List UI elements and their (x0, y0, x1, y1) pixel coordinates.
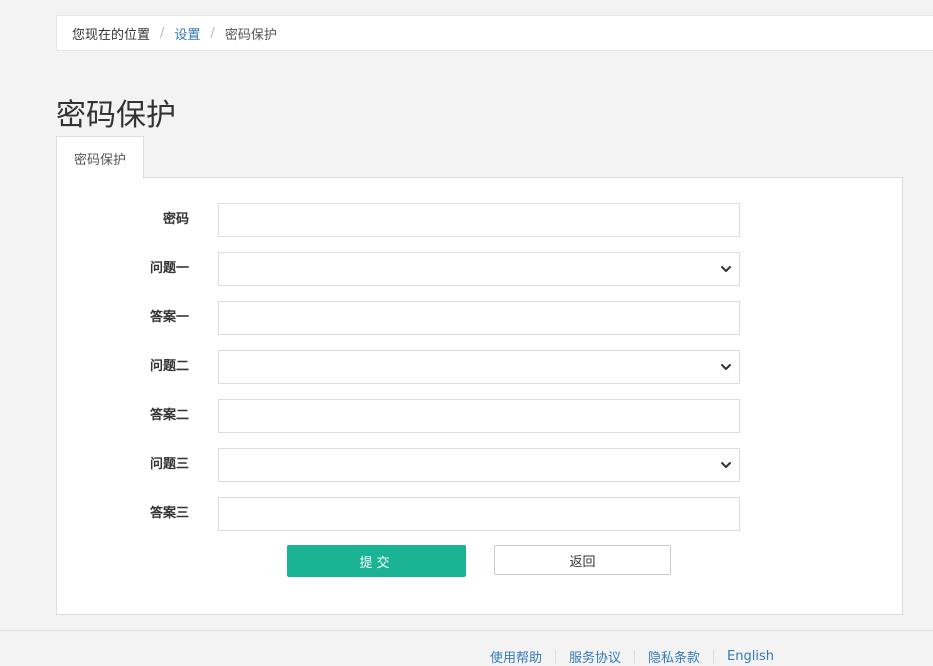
footer-separator (634, 649, 636, 664)
form-row-question3: 问题三 (57, 448, 902, 482)
footer-link-terms[interactable]: 服务协议 (569, 647, 621, 666)
form-panel: 密码 问题一 答案一 问题二 答案二 问题三 答案三 提交 返回 (56, 177, 903, 615)
form-row-question2: 问题二 (57, 350, 902, 384)
answer3-input[interactable] (218, 497, 740, 531)
form-row-answer3: 答案三 (57, 497, 902, 531)
question1-label: 问题一 (149, 261, 189, 276)
footer-link-english[interactable]: English (727, 649, 774, 664)
answer1-label: 答案一 (149, 310, 189, 325)
breadcrumb-link-settings[interactable]: 设置 (174, 24, 200, 43)
form-row-answer1: 答案一 (57, 301, 902, 335)
breadcrumb-location-label: 您现在的位置 (72, 27, 151, 43)
tab-password-protection[interactable]: 密码保护 (56, 136, 144, 179)
question1-select[interactable] (218, 252, 740, 286)
chevron-down-icon (721, 462, 731, 468)
footer-separator (713, 649, 715, 664)
chevron-down-icon (721, 364, 731, 370)
question3-label: 问题三 (149, 457, 189, 472)
answer3-label: 答案三 (149, 506, 189, 521)
answer1-input[interactable] (218, 301, 740, 335)
back-button[interactable]: 返回 (494, 545, 671, 575)
form-row-answer2: 答案二 (57, 399, 902, 433)
footer-link-privacy[interactable]: 隐私条款 (648, 647, 700, 666)
breadcrumb-separator: / (160, 25, 165, 41)
page-title: 密码保护 (56, 98, 176, 133)
breadcrumb-current: 密码保护 (224, 27, 277, 43)
answer2-label: 答案二 (149, 408, 189, 423)
form-row-question1: 问题一 (57, 252, 902, 286)
footer-link-help[interactable]: 使用帮助 (490, 647, 542, 666)
form-row-password: 密码 (57, 203, 902, 237)
question3-select[interactable] (218, 448, 740, 482)
footer-divider (0, 630, 933, 631)
password-label: 密码 (162, 212, 189, 227)
chevron-down-icon (721, 266, 731, 272)
submit-button[interactable]: 提交 (287, 545, 466, 577)
footer-links: 使用帮助 服务协议 隐私条款 English (490, 647, 774, 666)
breadcrumb: 您现在的位置 / 设置 / 密码保护 (56, 15, 933, 51)
password-input[interactable] (218, 203, 740, 237)
footer-separator (555, 649, 557, 664)
answer2-input[interactable] (218, 399, 740, 433)
breadcrumb-separator: / (210, 25, 215, 41)
question2-label: 问题二 (149, 359, 189, 374)
question2-select[interactable] (218, 350, 740, 384)
